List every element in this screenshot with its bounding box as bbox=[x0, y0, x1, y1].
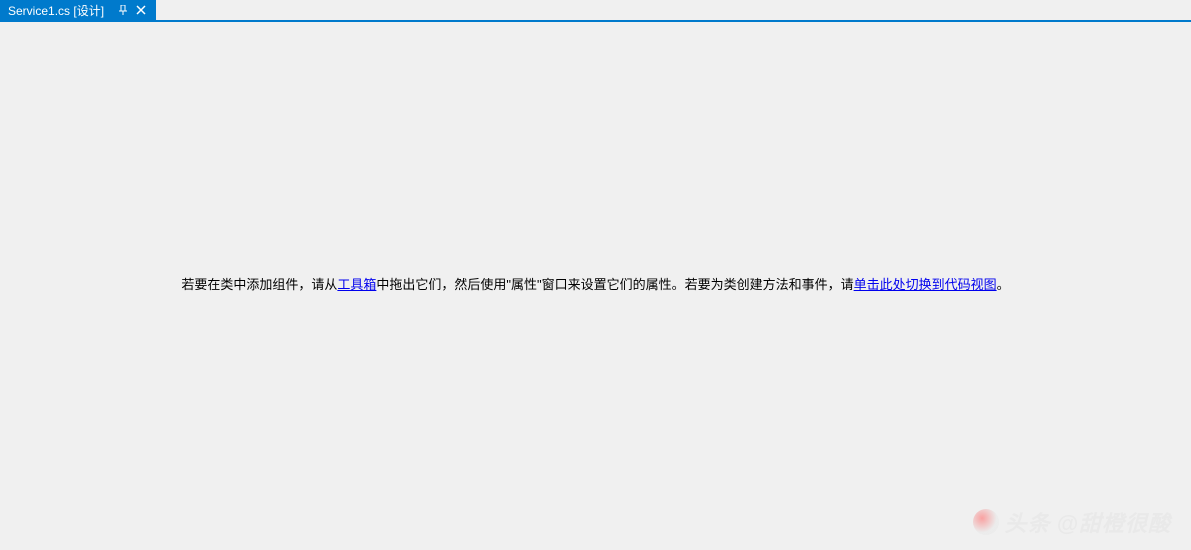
instruction-part2: 中拖出它们，然后使用"属性"窗口来设置它们的属性。若要为类创建方法和事件，请 bbox=[376, 277, 853, 292]
instruction-text: 若要在类中添加组件，请从工具箱中拖出它们，然后使用"属性"窗口来设置它们的属性。… bbox=[181, 273, 1009, 296]
pin-icon[interactable] bbox=[116, 3, 130, 17]
watermark-logo-icon bbox=[973, 509, 999, 535]
watermark: 头条 @甜橙很酸 bbox=[973, 506, 1171, 538]
designer-surface[interactable]: 若要在类中添加组件，请从工具箱中拖出它们，然后使用"属性"窗口来设置它们的属性。… bbox=[0, 22, 1191, 548]
tab-service-designer[interactable]: Service1.cs [设计] bbox=[0, 0, 156, 20]
watermark-text1: 头条 bbox=[1005, 506, 1051, 538]
close-icon[interactable] bbox=[134, 3, 148, 17]
instruction-part3: 。 bbox=[997, 277, 1010, 292]
instruction-part1: 若要在类中添加组件，请从 bbox=[181, 277, 337, 292]
watermark-text2: @甜橙很酸 bbox=[1057, 506, 1171, 538]
toolbox-link[interactable]: 工具箱 bbox=[337, 277, 376, 292]
code-view-link[interactable]: 单击此处切换到代码视图 bbox=[854, 277, 997, 292]
tab-label: Service1.cs [设计] bbox=[8, 2, 104, 19]
tab-bar: Service1.cs [设计] bbox=[0, 0, 1191, 22]
